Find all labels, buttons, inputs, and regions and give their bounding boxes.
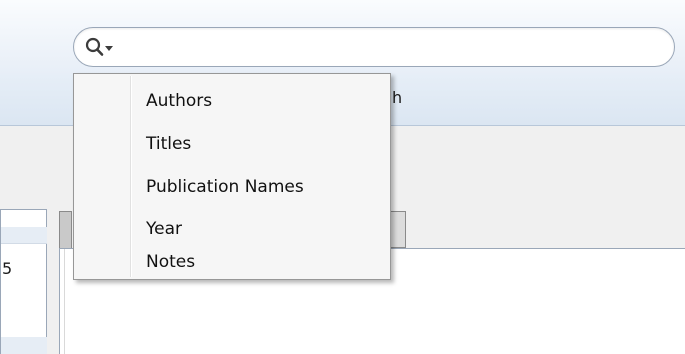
left-pane-header: [1, 227, 47, 244]
menu-item-label: Notes: [146, 252, 196, 272]
search-input[interactable]: [126, 35, 660, 61]
left-pane-footer: [1, 337, 47, 354]
menu-item-publication-names[interactable]: Publication Names: [76, 168, 388, 206]
tab-left-edge[interactable]: [59, 211, 72, 249]
search-field-menu: Authors Titles Publication Names Year No…: [73, 73, 391, 280]
details-pane-divider: [64, 249, 65, 354]
app-window: h 5 Authors Titles Publication Names Yea…: [0, 0, 685, 354]
chevron-down-icon: [105, 46, 113, 51]
menu-item-authors[interactable]: Authors: [76, 82, 388, 120]
menu-item-titles[interactable]: Titles: [76, 125, 388, 163]
menu-item-label: Publication Names: [146, 177, 304, 197]
menu-item-notes[interactable]: Notes: [76, 232, 388, 272]
menu-item-label: Authors: [146, 91, 213, 111]
search-field[interactable]: [73, 27, 675, 67]
left-pane-value: 5: [2, 259, 13, 278]
left-list-pane[interactable]: 5: [0, 209, 47, 354]
toolbar-partial-label: h: [392, 88, 403, 107]
menu-item-label: Titles: [146, 134, 192, 154]
search-icon: [85, 37, 113, 56]
search-options-button[interactable]: [84, 34, 122, 60]
